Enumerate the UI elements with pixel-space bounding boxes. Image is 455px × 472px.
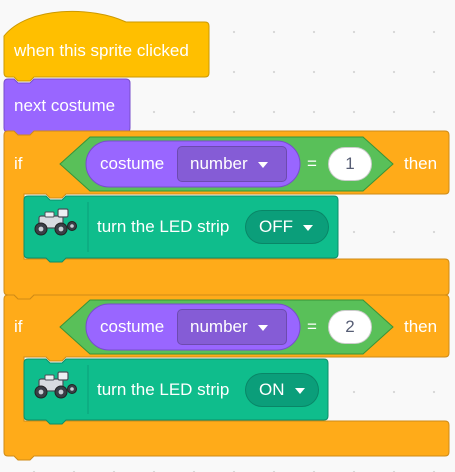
next-costume-label: next costume: [14, 96, 116, 115]
chevron-down-icon: [257, 162, 268, 168]
chevron-down-icon: [303, 225, 313, 231]
costume-reporter-label: costume: [100, 154, 165, 173]
then-label: then: [404, 154, 438, 173]
then-label: then: [404, 317, 438, 336]
led-strip-label: turn the LED strip: [97, 217, 230, 236]
costume-reporter-label: costume: [100, 317, 165, 336]
led-state-menu[interactable]: OFF: [245, 210, 329, 244]
chevron-down-icon: [257, 325, 268, 331]
menu-value: ON: [259, 380, 285, 399]
costume-attribute-dropdown[interactable]: number: [177, 146, 287, 182]
if-keyword: if: [14, 317, 23, 336]
dropdown-value: number: [190, 317, 248, 336]
led-state-menu[interactable]: ON: [245, 373, 319, 407]
equals-sign: =: [307, 154, 317, 173]
number-input[interactable]: 1: [328, 147, 372, 181]
hat-block-label: when this sprite clicked: [14, 41, 189, 60]
costume-attribute-dropdown[interactable]: number: [177, 309, 287, 345]
equals-sign: =: [307, 317, 317, 336]
number-input[interactable]: 2: [328, 310, 372, 344]
chevron-down-icon: [294, 388, 305, 394]
dropdown-value: number: [190, 154, 248, 173]
led-strip-label: turn the LED strip: [97, 380, 230, 399]
if-keyword: if: [14, 154, 23, 173]
menu-value: OFF: [259, 217, 293, 236]
